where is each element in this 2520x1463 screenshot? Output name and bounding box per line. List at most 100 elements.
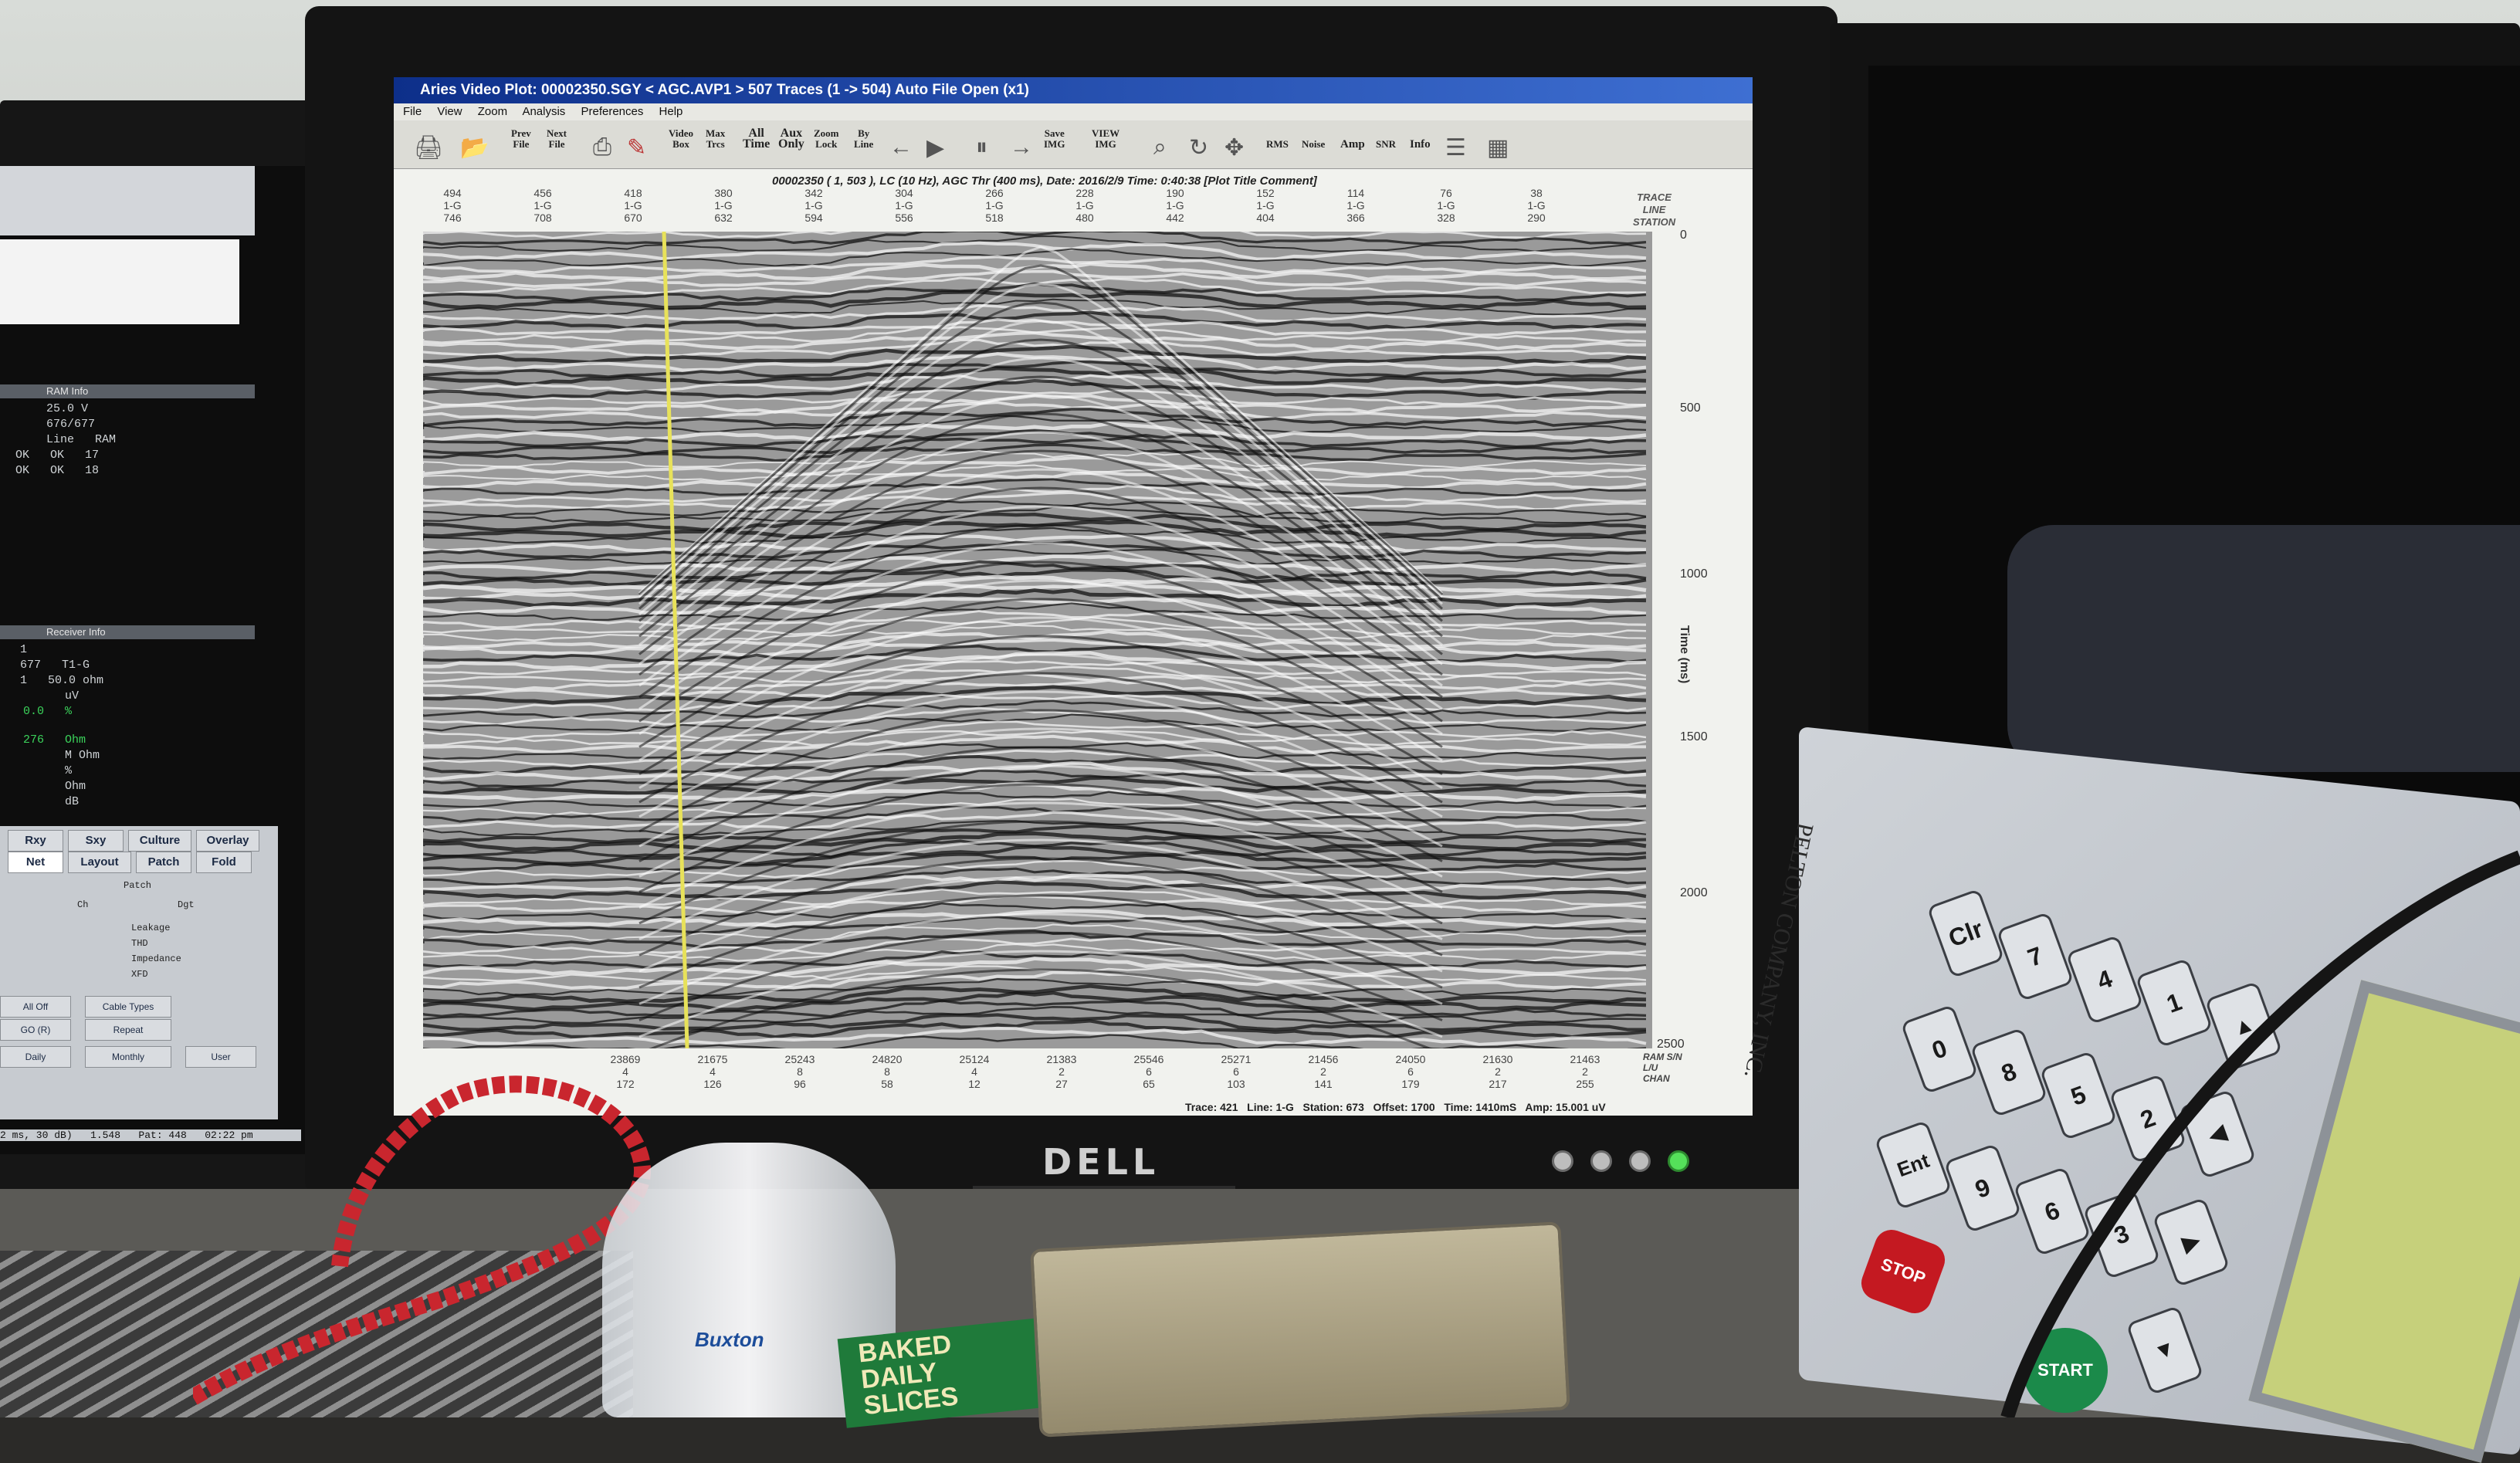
bottom-header: 21383 2 27 [1046,1053,1077,1090]
monitor-button[interactable] [1552,1150,1573,1172]
tab-culture[interactable]: Culture [128,830,191,852]
bottom-header: 23869 4 172 [610,1053,641,1090]
arrow-left-icon[interactable]: ← [889,134,913,161]
all-time-button[interactable]: All Time [743,127,770,151]
monitor-button[interactable] [1629,1150,1651,1172]
trace-header: 304 1-G 556 [895,187,913,224]
receiver-row: 276 Ohm [23,733,86,747]
trace-header: 190 1-G 442 [1166,187,1184,224]
user-button[interactable]: User [185,1046,256,1068]
seismic-traces [423,232,1652,1048]
snr-button[interactable]: SNR [1376,139,1396,150]
print-icon[interactable]: 🖨 [414,134,443,161]
prev-file-button[interactable]: Prev File [511,128,531,150]
cable-types-button[interactable]: Cable Types [85,996,171,1018]
monthly-button[interactable]: Monthly [85,1046,171,1068]
info-button[interactable]: Info [1410,139,1431,151]
list-icon[interactable]: ☰ [1445,134,1466,161]
plastic-case [1030,1221,1570,1438]
ram-row: OK OK 18 [15,464,100,477]
move-icon[interactable]: ✥ [1224,134,1244,161]
time-tick: 2000 [1680,886,1708,899]
view-img-button[interactable]: VIEW IMG [1092,128,1119,150]
tab-sxy[interactable]: Sxy [68,830,124,852]
receiver-row: % [65,764,73,777]
plot-header: 00002350 ( 1, 503 ), LC (10 Hz), AGC Thr… [772,174,1317,188]
repeat-button[interactable]: Repeat [85,1019,171,1041]
trace-header: 266 1-G 518 [985,187,1004,224]
time-tick: 500 [1680,401,1701,415]
trace-header: 456 1-G 708 [533,187,552,224]
by-line-button[interactable]: By Line [854,128,873,150]
dell-logo: DELL [1042,1141,1160,1183]
bottom-axis-label: RAM S/N L/U CHAN [1643,1052,1682,1084]
seismic-plot[interactable] [423,232,1652,1048]
bottom-header: 21456 2 141 [1308,1053,1339,1090]
open-folder-icon[interactable]: 📂 [460,134,489,161]
receiver-row: 1 [20,643,28,656]
amp-button[interactable]: Amp [1340,139,1365,151]
bottom-header: 25271 6 103 [1221,1053,1252,1090]
time-tick: 1500 [1680,730,1708,743]
ram-row: OK OK 17 [15,449,100,462]
go-button[interactable]: GO (R) [0,1019,71,1041]
menu-file[interactable]: File [403,105,422,118]
tab-patch[interactable]: Patch [136,852,191,873]
save-img-button[interactable]: Save IMG [1044,128,1065,150]
window-title-bar[interactable]: Aries Video Plot: 00002350.SGY < AGC.AVP… [394,77,1753,103]
menu-help[interactable]: Help [659,105,683,118]
max-trcs-button[interactable]: Max Trcs [706,128,725,150]
printer-icon[interactable]: ⎙ [593,134,611,161]
ram-info-title: RAM Info [0,384,255,398]
black-cable [2000,850,2520,1417]
magnifier-icon[interactable]: ⌕ [1153,134,1167,161]
refresh-icon[interactable]: ↻ [1189,134,1208,161]
chart-icon[interactable]: ▦ [1487,134,1509,161]
menu-view[interactable]: View [437,105,462,118]
tab-rxy[interactable]: Rxy [8,830,63,852]
bottom-header: 24050 6 179 [1395,1053,1426,1090]
receiver-row: 1 50.0 ohm [20,674,104,687]
receiver-row: uV [65,689,80,703]
trace-header: 228 1-G 480 [1075,187,1094,224]
daily-button[interactable]: Daily [0,1046,71,1068]
ram-row: 676/677 [46,418,96,431]
pause-icon[interactable]: ⏸ [976,134,987,161]
trace-header: 76 1-G 328 [1437,187,1455,224]
trace-header: 152 1-G 404 [1256,187,1275,224]
rms-button[interactable]: RMS [1266,139,1289,150]
trace-header: 380 1-G 632 [714,187,733,224]
play-icon[interactable]: ▶ [926,134,944,161]
noise-button[interactable]: Noise [1302,139,1325,150]
ram-row: Line RAM [46,433,117,446]
menu-preferences[interactable]: Preferences [581,105,643,118]
video-box-button[interactable]: Video Box [669,128,693,150]
tab-fold[interactable]: Fold [196,852,252,873]
eraser-icon[interactable]: ✎ [627,134,646,161]
receiver-row: 0.0 % [23,705,73,718]
status-bar: Trace: 421 Line: 1-G Station: 673 Offset… [1185,1101,1606,1113]
zoom-lock-button[interactable]: Zoom Lock [814,128,839,150]
menu-zoom[interactable]: Zoom [478,105,507,118]
monitor-button[interactable] [1590,1150,1612,1172]
aux-only-button[interactable]: Aux Only [778,127,804,151]
receiver-row: dB [65,795,80,808]
fabric-pad [2007,525,2520,772]
tab-net[interactable]: Net [8,852,63,873]
left-window-header [0,166,255,235]
power-button[interactable] [1668,1150,1689,1172]
receiver-row: M Ohm [65,749,100,762]
trace-header: 418 1-G 670 [624,187,642,224]
all-off-button[interactable]: All Off [0,996,71,1018]
tab-layout[interactable]: Layout [68,852,131,873]
bottom-header: 25124 4 12 [959,1053,990,1090]
trace-header: 114 1-G 366 [1346,187,1365,224]
bottom-header: 25546 6 65 [1133,1053,1164,1090]
bottom-header: 24820 8 58 [872,1053,903,1090]
receiver-row: Ohm [65,780,86,793]
tab-overlay[interactable]: Overlay [196,830,259,852]
bottom-header: 21463 2 255 [1570,1053,1600,1090]
next-file-button[interactable]: Next File [547,128,567,150]
arrow-right-icon[interactable]: → [1010,134,1033,161]
menu-analysis[interactable]: Analysis [522,105,565,118]
